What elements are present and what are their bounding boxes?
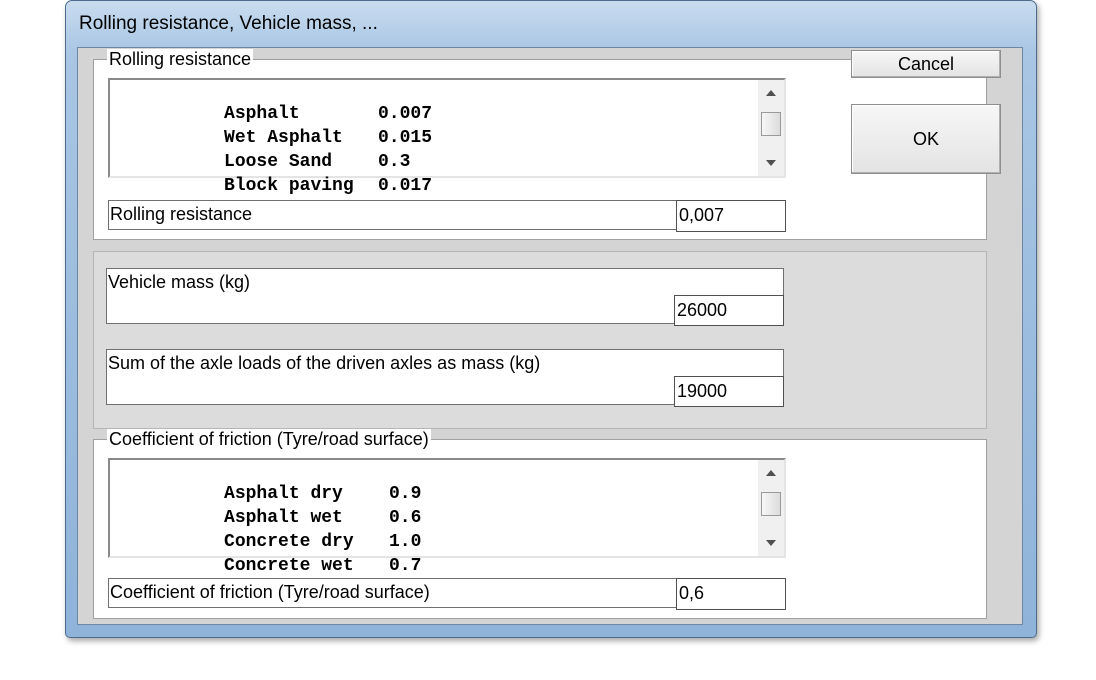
scroll-thumb[interactable] [761, 492, 781, 516]
list-scrollbar[interactable] [758, 80, 784, 176]
title-bar[interactable]: Rolling resistance, Vehicle mass, ... [66, 1, 1036, 47]
dialog-window: Rolling resistance, Vehicle mass, ... Ro… [65, 0, 1037, 638]
scroll-up-arrow-icon[interactable] [766, 90, 776, 96]
dialog-client-area: Rolling resistance Asphalt 0.007 Wet Asph… [77, 47, 1023, 625]
window-title: Rolling resistance, Vehicle mass, ... [79, 13, 378, 34]
friction-input[interactable]: 0,6 [676, 578, 786, 610]
cancel-button[interactable]: Cancel [851, 50, 1001, 78]
friction-label: Coefficient of friction (Tyre/road surfa… [110, 582, 430, 602]
friction-label-box: Coefficient of friction (Tyre/road surfa… [108, 578, 678, 608]
scroll-down-arrow-icon[interactable] [766, 160, 776, 166]
ok-button[interactable]: OK [851, 104, 1001, 174]
scroll-thumb[interactable] [761, 112, 781, 136]
scroll-up-arrow-icon[interactable] [766, 470, 776, 476]
axle-loads-label: Sum of the axle loads of the driven axle… [108, 353, 541, 373]
scroll-down-arrow-icon[interactable] [766, 540, 776, 546]
rolling-resistance-list[interactable]: Asphalt 0.007 Wet Asphalt 0.015 Loose Sand… [108, 78, 786, 196]
friction-group: Coefficient of friction (Tyre/road surfa… [93, 429, 987, 619]
axle-loads-input[interactable]: 19000 [674, 376, 784, 407]
mass-group: Vehicle mass (kg) 26000 Sum of the axle … [93, 251, 987, 429]
vehicle-mass-label: Vehicle mass (kg) [108, 272, 251, 292]
friction-legend: Coefficient of friction (Tyre/road surfa… [107, 429, 431, 449]
vehicle-mass-input[interactable]: 26000 [674, 295, 784, 326]
rolling-resistance-input[interactable]: 0,007 [676, 200, 786, 232]
list-scrollbar[interactable] [758, 460, 784, 556]
rolling-resistance-label-box: Rolling resistance [108, 200, 678, 230]
rolling-resistance-label: Rolling resistance [110, 204, 253, 224]
friction-list[interactable]: Asphalt dry 0.9 Asphalt wet 0.6 Concrete d… [108, 458, 786, 576]
rolling-resistance-legend: Rolling resistance [107, 49, 254, 69]
